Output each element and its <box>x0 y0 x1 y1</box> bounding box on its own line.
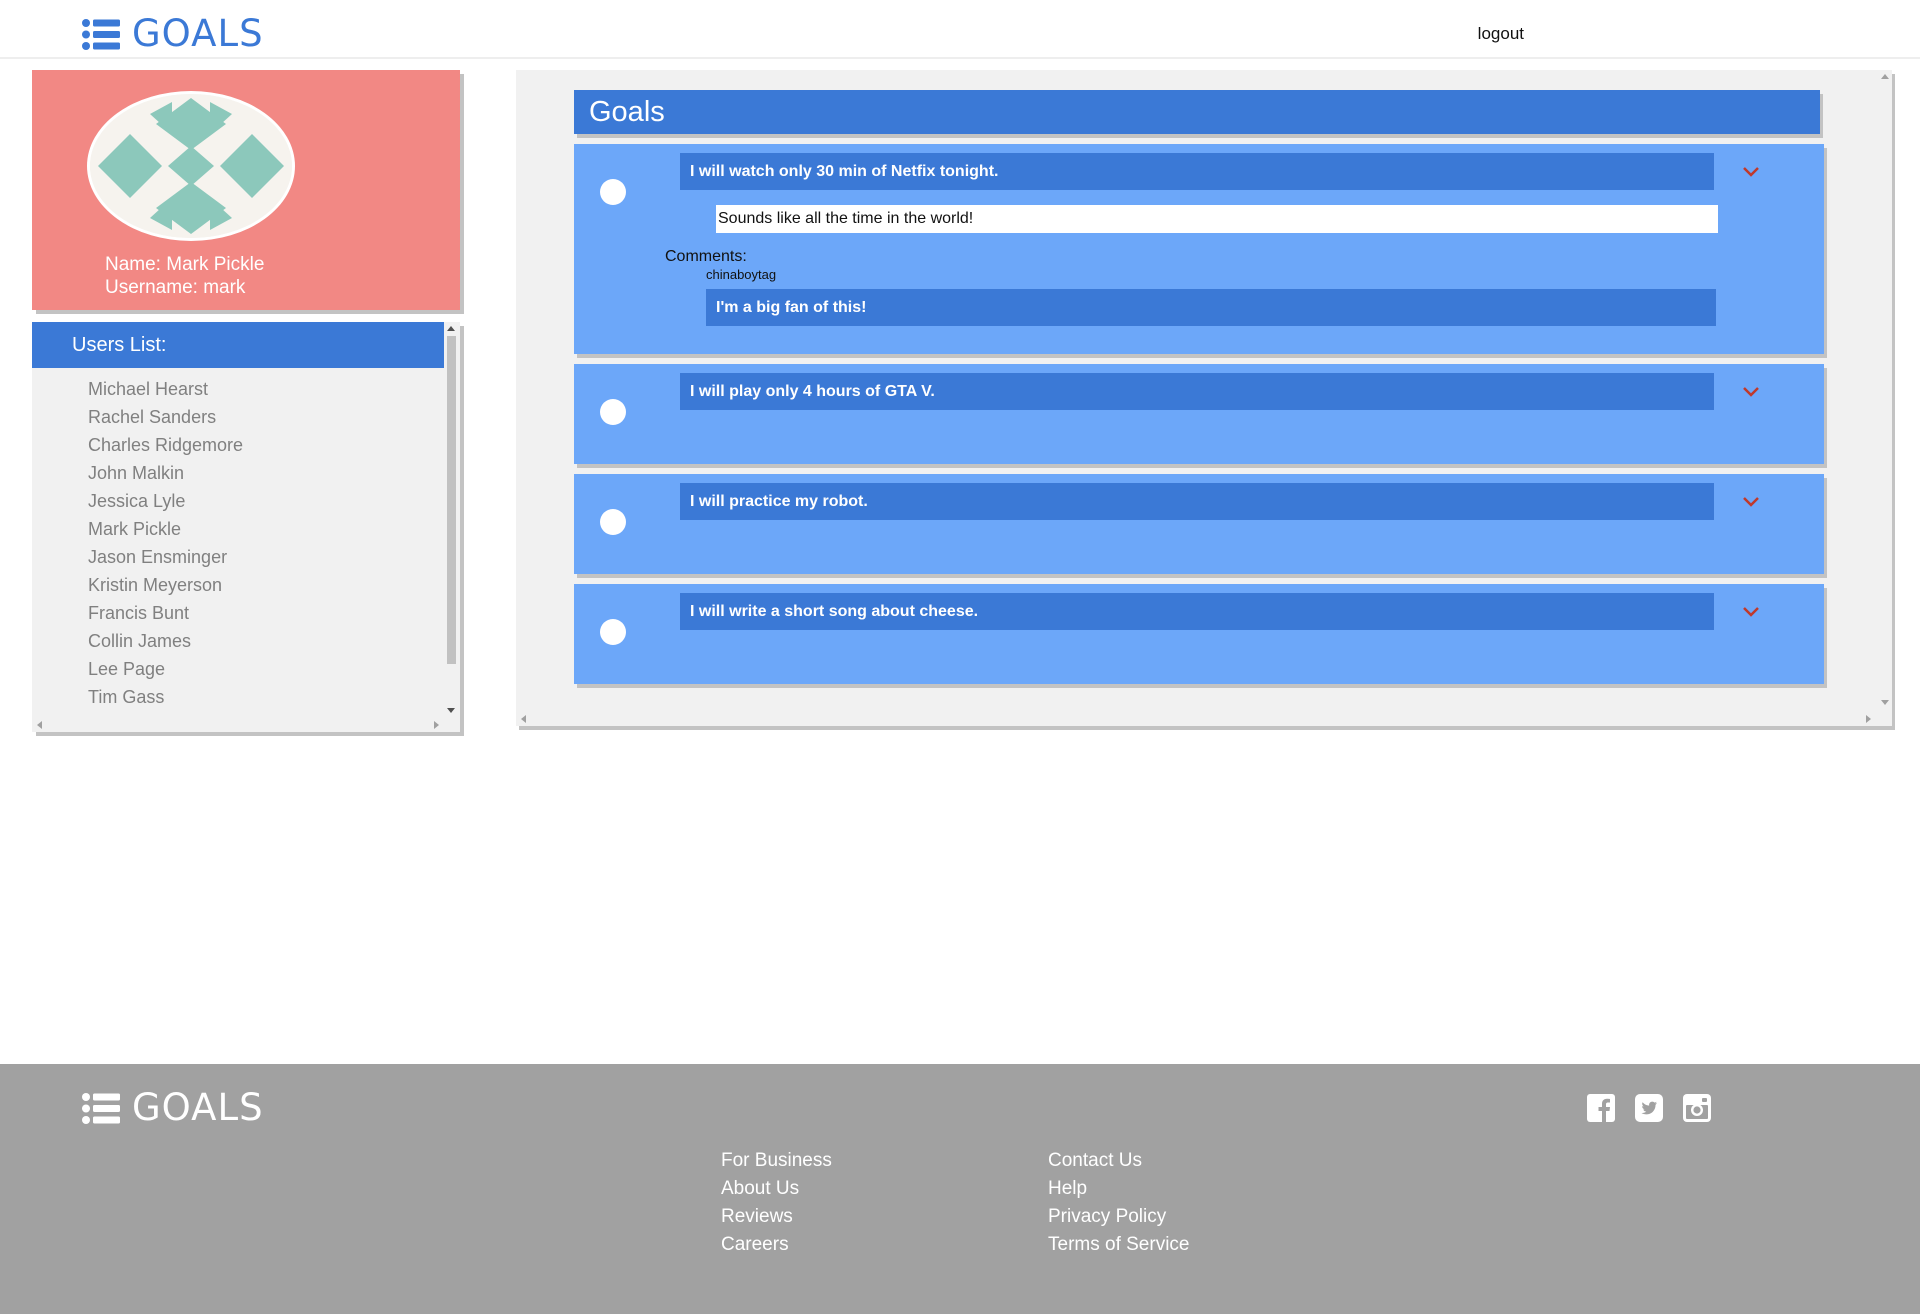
twitter-icon[interactable] <box>1635 1094 1663 1122</box>
goals-title: Goals <box>574 90 1820 134</box>
goal-complete-toggle[interactable] <box>600 399 626 425</box>
scroll-right-arrow-icon[interactable] <box>434 721 439 729</box>
brand-logo[interactable]: GOALS <box>82 14 264 54</box>
comment-text: I'm a big fan of this! <box>706 289 1716 326</box>
goal-complete-toggle[interactable] <box>600 509 626 535</box>
scroll-up-arrow-icon[interactable] <box>1881 74 1889 79</box>
footer-links-col-1: For Business About Us Reviews Careers <box>721 1147 832 1259</box>
footer-link[interactable]: For Business <box>721 1147 832 1175</box>
goals-panel: Goals I will watch only 30 min of Netfix… <box>516 70 1892 726</box>
scroll-down-arrow-icon[interactable] <box>447 708 455 713</box>
footer-link[interactable]: Help <box>1048 1175 1189 1203</box>
user-item[interactable]: Charles Ridgemore <box>88 431 243 459</box>
footer-link[interactable]: Reviews <box>721 1203 832 1231</box>
goal-text: I will watch only 30 min of Netfix tonig… <box>680 153 1714 190</box>
footer-links-col-2: Contact Us Help Privacy Policy Terms of … <box>1048 1147 1189 1259</box>
footer-link[interactable]: About Us <box>721 1175 832 1203</box>
user-item[interactable]: Jason Ensminger <box>88 543 243 571</box>
users-list-panel: Users List: Michael Hearst Rachel Sander… <box>32 322 460 732</box>
avatar-pattern-icon <box>90 94 292 238</box>
goal-text: I will play only 4 hours of GTA V. <box>680 373 1714 410</box>
user-item[interactable]: Tim Gass <box>88 683 243 711</box>
logout-link[interactable]: logout <box>1478 24 1524 44</box>
goals-vertical-scrollbar[interactable] <box>1878 70 1892 726</box>
scroll-up-arrow-icon[interactable] <box>447 326 455 331</box>
user-item[interactable]: John Malkin <box>88 459 243 487</box>
user-item[interactable]: Francis Bunt <box>88 599 243 627</box>
profile-name: Name: Mark Pickle <box>105 254 265 275</box>
goals-horizontal-scrollbar[interactable] <box>516 712 1878 726</box>
avatar <box>87 91 295 241</box>
user-item[interactable]: Rachel Sanders <box>88 403 243 431</box>
goal-card: I will write a short song about cheese. <box>574 584 1824 684</box>
goal-card: I will practice my robot. <box>574 474 1824 574</box>
chevron-down-icon[interactable] <box>1742 166 1760 177</box>
chevron-down-icon[interactable] <box>1742 496 1760 507</box>
scroll-right-arrow-icon[interactable] <box>1866 715 1871 723</box>
user-item[interactable]: Jessica Lyle <box>88 487 243 515</box>
scroll-down-arrow-icon[interactable] <box>1881 700 1889 705</box>
comments-label: Comments: <box>665 248 747 265</box>
footer-link[interactable]: Careers <box>721 1231 832 1259</box>
goal-complete-toggle[interactable] <box>600 179 626 205</box>
top-header: GOALS logout <box>0 0 1920 59</box>
user-item[interactable]: Kristin Meyerson <box>88 571 243 599</box>
users-list-title: Users List: <box>32 322 444 368</box>
reply-input[interactable] <box>716 205 1718 233</box>
scroll-left-arrow-icon[interactable] <box>37 721 42 729</box>
goal-complete-toggle[interactable] <box>600 619 626 645</box>
user-item[interactable]: Michael Hearst <box>88 375 243 403</box>
footer-link[interactable]: Contact Us <box>1048 1147 1189 1175</box>
goal-card: I will play only 4 hours of GTA V. <box>574 364 1824 464</box>
scroll-left-arrow-icon[interactable] <box>521 715 526 723</box>
chevron-down-icon[interactable] <box>1742 386 1760 397</box>
comment-author: chinaboytag <box>706 267 777 282</box>
instagram-icon[interactable] <box>1683 1094 1711 1122</box>
users-vertical-scrollbar[interactable] <box>444 322 458 720</box>
users-horizontal-scrollbar[interactable] <box>32 718 444 732</box>
chevron-down-icon[interactable] <box>1742 606 1760 617</box>
footer: GOALS For Business About Us Reviews Care… <box>0 1064 1920 1314</box>
users-scroll-thumb[interactable] <box>447 336 456 664</box>
footer-brand-logo[interactable]: GOALS <box>82 1088 264 1128</box>
user-item[interactable]: Mark Pickle <box>88 515 243 543</box>
facebook-icon[interactable] <box>1587 1094 1615 1122</box>
user-item[interactable]: Collin James <box>88 627 243 655</box>
footer-link[interactable]: Privacy Policy <box>1048 1203 1189 1231</box>
users-list: Michael Hearst Rachel Sanders Charles Ri… <box>88 375 243 711</box>
goal-card: I will watch only 30 min of Netfix tonig… <box>574 144 1824 354</box>
goal-text: I will practice my robot. <box>680 483 1714 520</box>
user-item[interactable]: Lee Page <box>88 655 243 683</box>
list-icon <box>82 18 120 50</box>
footer-brand-name: GOALS <box>132 1086 264 1129</box>
profile-username: Username: mark <box>105 277 246 298</box>
brand-name: GOALS <box>132 12 264 55</box>
footer-link[interactable]: Terms of Service <box>1048 1231 1189 1259</box>
goal-text: I will write a short song about cheese. <box>680 593 1714 630</box>
list-icon <box>82 1092 120 1124</box>
profile-card: Name: Mark Pickle Username: mark <box>32 70 460 310</box>
